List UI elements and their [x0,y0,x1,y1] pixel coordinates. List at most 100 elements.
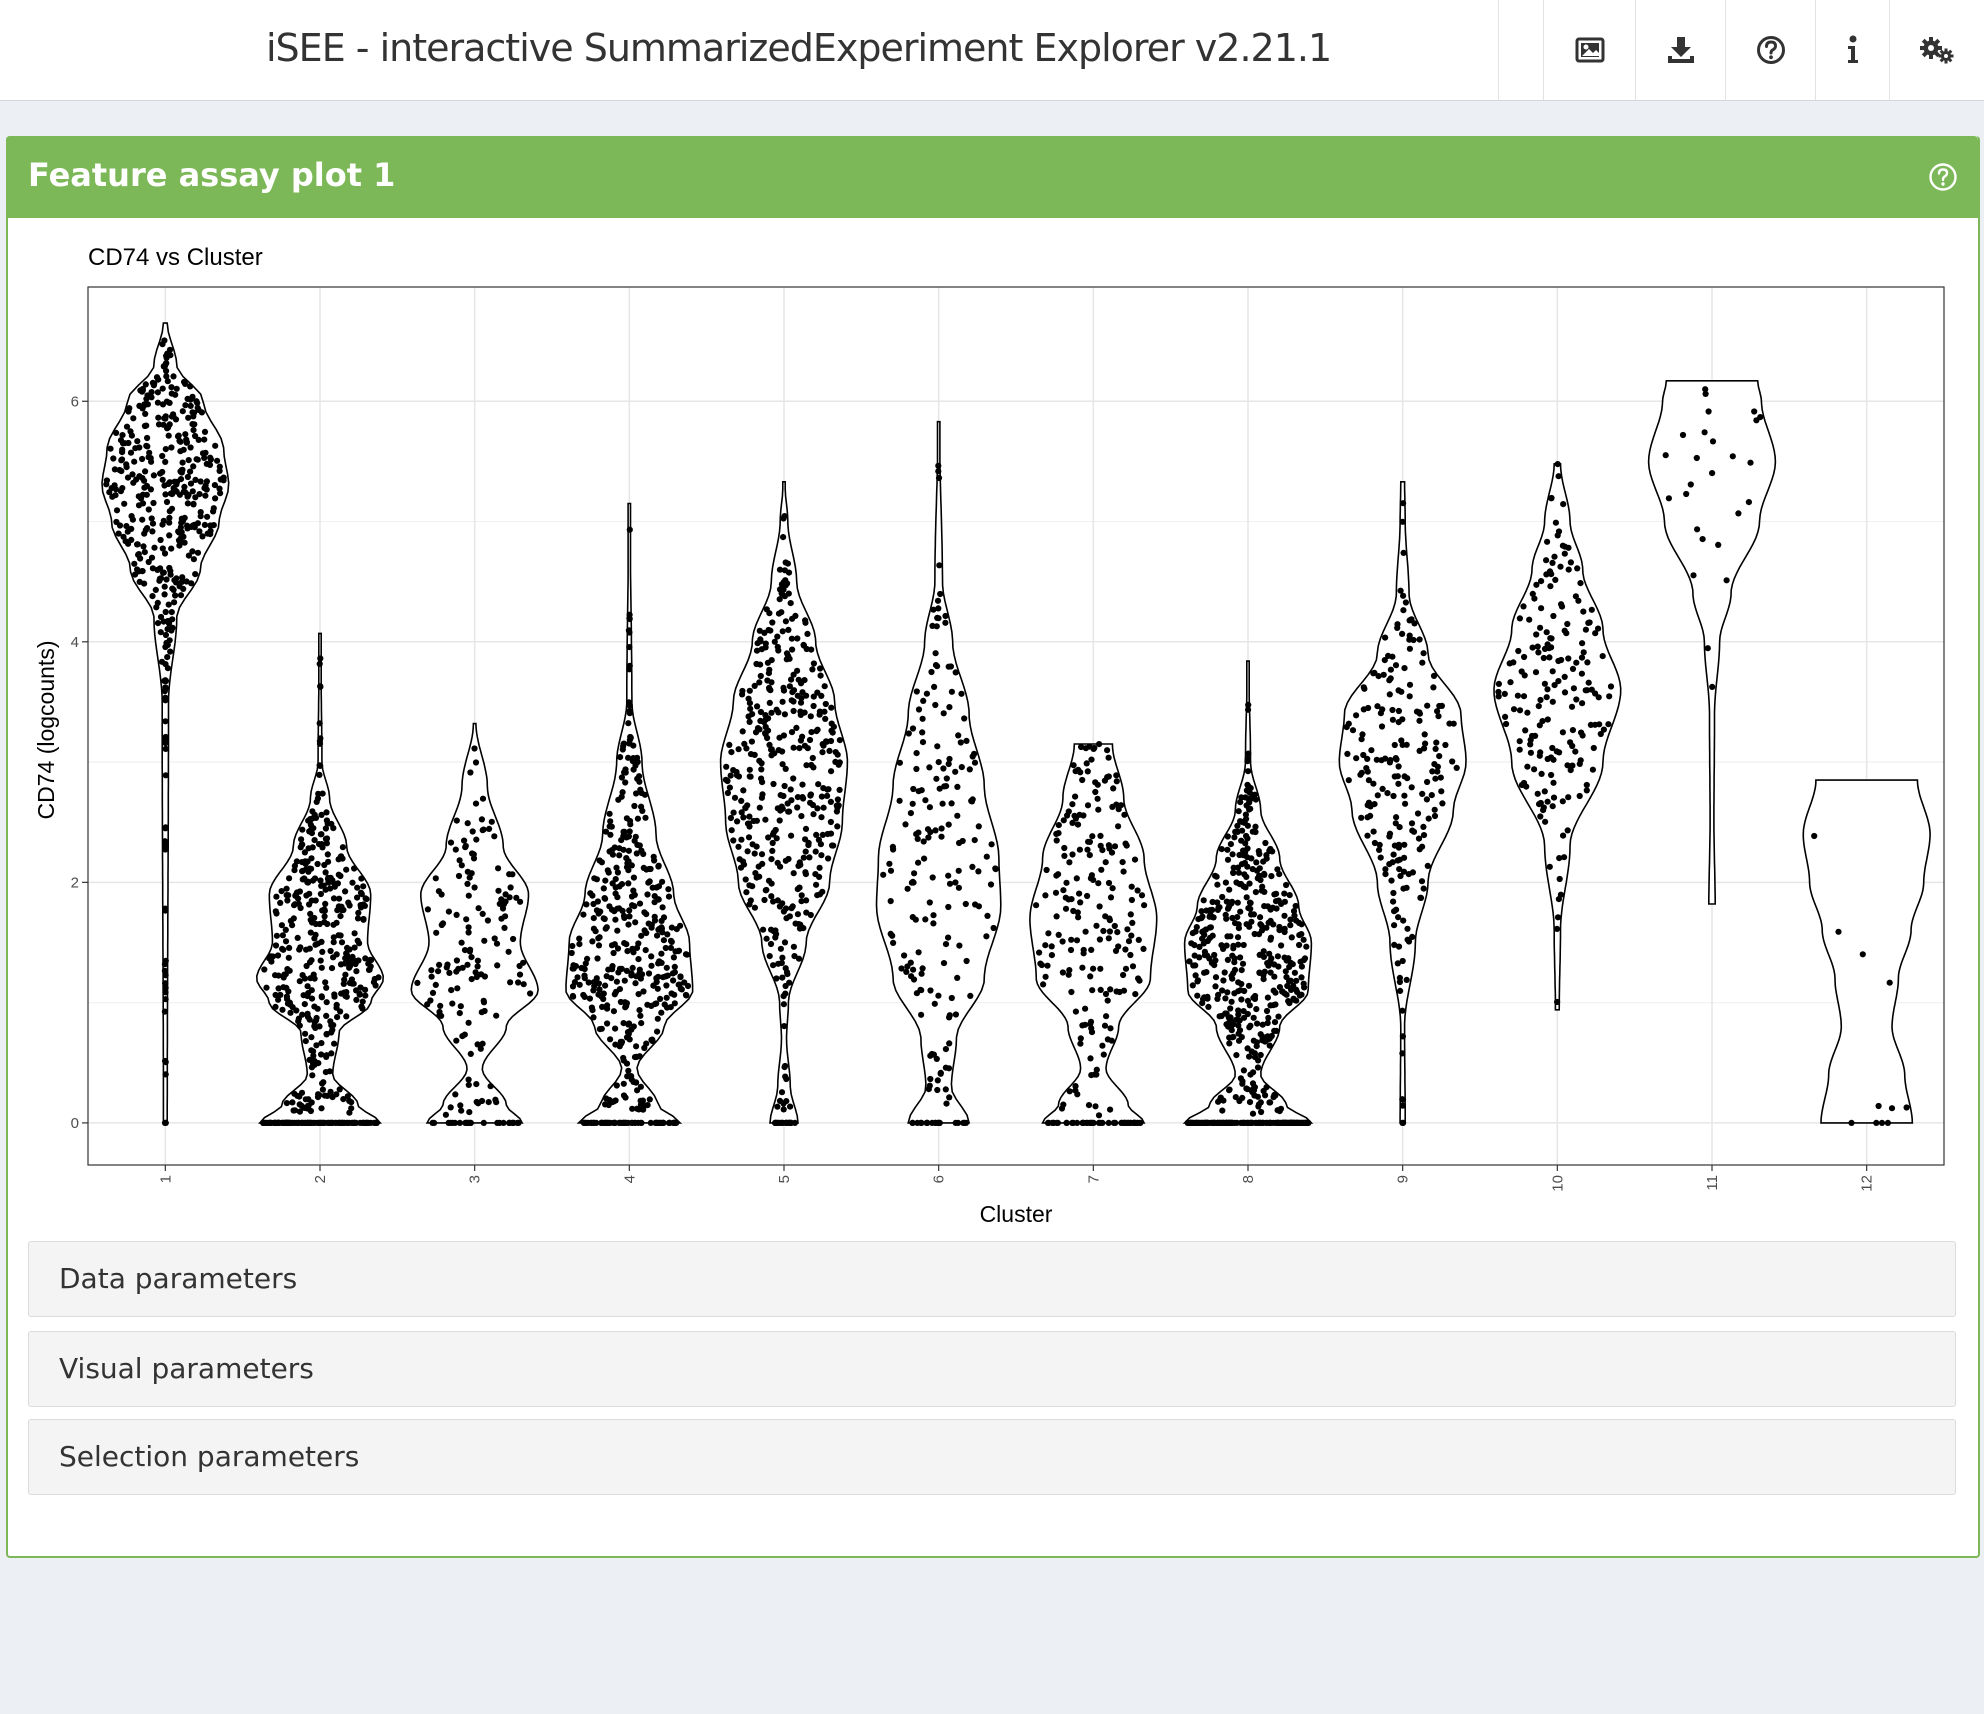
data-point [1239,827,1246,834]
data-point [1246,1002,1253,1009]
data-point [148,389,155,396]
data-point [1245,706,1252,713]
data-point [768,657,775,664]
download-button[interactable] [1636,0,1725,100]
data-point [1550,794,1558,801]
data-point [779,761,786,768]
data-point [1399,1096,1406,1103]
data-point [454,985,461,992]
data-point [958,690,965,697]
data-point [304,1010,311,1017]
data-point [928,668,935,676]
chart-container[interactable]: 0246 1 2 3 4 5 6 7 8 9 10 11 12 CD74 vs Cluster Clu… [28,232,1956,1232]
data-point [1300,980,1307,987]
data-point [1238,837,1245,844]
data-point [1271,891,1278,898]
visual-parameters-section[interactable]: Visual parameters [28,1331,1956,1407]
data-point [452,1091,459,1098]
data-point [1406,681,1414,688]
data-point [611,844,618,851]
data-point [155,414,162,421]
panel-help-icon[interactable] [1928,162,1958,192]
data-point [319,907,326,914]
data-point [1061,852,1068,860]
data-point [1240,941,1247,949]
data-point [1580,608,1587,615]
data-point [279,1006,286,1013]
data-point [1540,807,1547,814]
selection-parameters-section[interactable]: Selection parameters [28,1419,1956,1495]
data-point [1358,814,1365,821]
data-point [1279,988,1286,995]
data-point [276,1119,283,1126]
data-point [1544,716,1551,723]
data-point [1070,1119,1077,1126]
data-point [772,934,779,941]
data-point [1104,997,1111,1004]
data-point [168,545,175,552]
data-point [317,890,324,898]
data-point [322,900,329,908]
data-point [272,1003,279,1011]
data-point [1554,461,1561,468]
data-point [1254,875,1261,882]
export-image-button[interactable] [1544,0,1635,100]
data-point [145,506,152,513]
data-point [813,831,820,839]
data-point [1514,692,1521,699]
data-point [801,709,808,716]
data-point [975,823,982,830]
data-point [1753,417,1760,424]
data-point [313,1042,320,1049]
data-point [654,1028,661,1035]
data-point [284,966,291,973]
data-point [465,892,472,899]
data-point [913,688,920,695]
data-point [277,991,284,999]
data-point [590,987,597,994]
data-point [794,804,801,811]
data-point [1079,776,1086,784]
x-tick-label: 4 [621,1175,638,1183]
data-point [162,718,169,725]
about-button[interactable] [1816,0,1889,100]
data-point [963,737,970,744]
data-point [1128,896,1135,904]
data-point [1537,813,1544,820]
data-point [1549,698,1556,705]
data-point [164,425,171,432]
data-point [515,979,522,986]
data-point [424,906,431,913]
data-point [116,522,124,529]
data-parameters-section[interactable]: Data parameters [28,1241,1956,1317]
settings-button[interactable] [1890,0,1984,100]
data-point [730,767,737,774]
data-point [1541,680,1548,687]
data-point [919,715,926,722]
data-point [762,712,769,719]
data-point [905,730,912,737]
data-point [727,814,735,822]
data-point [360,916,367,923]
data-point [191,421,198,428]
data-point [314,940,321,947]
violin-plot[interactable]: 0246 1 2 3 4 5 6 7 8 9 10 11 12 CD74 vs Cluster Clu… [28,232,1956,1232]
help-button[interactable] [1726,0,1815,100]
data-point [1396,974,1403,982]
data-point [1089,987,1096,994]
data-point [591,875,598,882]
data-point [1120,868,1127,875]
data-point [1107,1025,1114,1032]
data-point [196,528,203,535]
data-point [1391,741,1398,749]
data-point [569,992,577,1000]
data-point [1120,987,1128,994]
data-point [1065,896,1072,903]
data-point [1569,727,1576,734]
data-point [451,1119,459,1126]
data-point [1382,634,1389,641]
data-point [1564,827,1571,834]
data-point [1552,519,1559,526]
data-point [908,973,915,980]
data-point [1095,1119,1103,1126]
